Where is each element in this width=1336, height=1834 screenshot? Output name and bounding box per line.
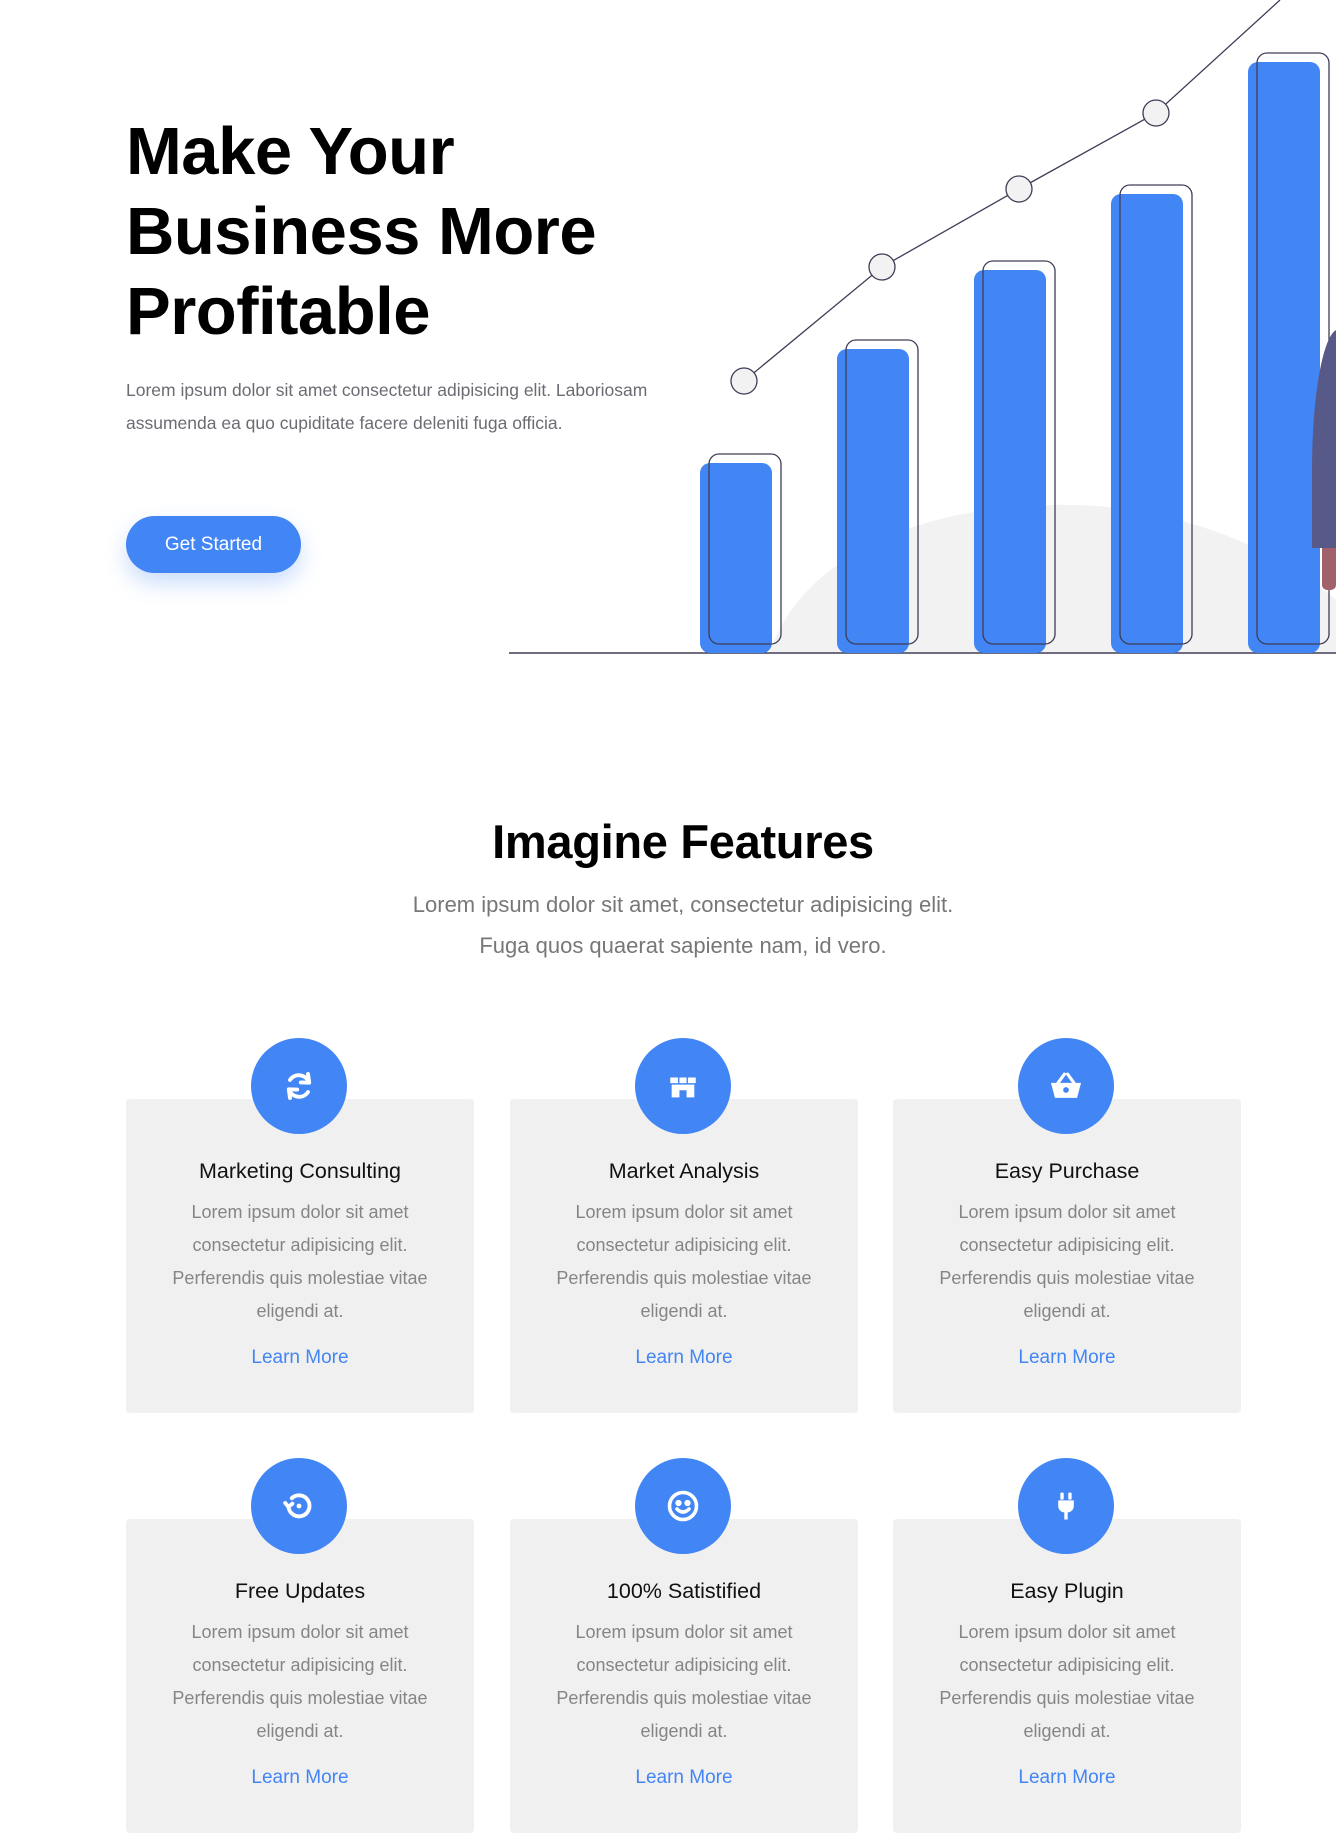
features-subtitle-line: Lorem ipsum dolor sit amet, consectetur … bbox=[412, 892, 954, 917]
learn-more-link[interactable]: Learn More bbox=[893, 1347, 1241, 1369]
feature-title: Marketing Consulting bbox=[199, 1159, 401, 1183]
feature-title: Free Updates bbox=[234, 1579, 366, 1603]
feature-card: Market Analysis Lorem ipsum dolor sit am… bbox=[510, 1038, 858, 1413]
trend-points bbox=[730, 99, 1170, 395]
learn-more-link[interactable]: Learn More bbox=[893, 1767, 1241, 1789]
feature-description: Lorem ipsum dolor sit amet consectetur a… bbox=[172, 1202, 428, 1321]
bar bbox=[1111, 194, 1183, 653]
plug-icon bbox=[1018, 1458, 1114, 1554]
feature-title: Easy Plugin bbox=[1010, 1579, 1124, 1603]
trend-point bbox=[1142, 99, 1170, 127]
basket-icon bbox=[1018, 1038, 1114, 1134]
trend-point bbox=[730, 367, 758, 395]
learn-more-link[interactable]: Learn More bbox=[510, 1767, 858, 1789]
feature-card: 100% Satistified Lorem ipsum dolor sit a… bbox=[510, 1458, 858, 1833]
bar bbox=[837, 349, 909, 653]
feature-card: Free Updates Lorem ipsum dolor sit amet … bbox=[126, 1458, 474, 1833]
feature-card: Easy Purchase Lorem ipsum dolor sit amet… bbox=[893, 1038, 1241, 1413]
features-title: Imagine Features bbox=[492, 815, 874, 868]
trend-point bbox=[868, 253, 896, 281]
feature-card: Easy Plugin Lorem ipsum dolor sit amet c… bbox=[893, 1458, 1241, 1833]
trend-point bbox=[1005, 175, 1033, 203]
feature-description: Lorem ipsum dolor sit amet consectetur a… bbox=[556, 1202, 812, 1321]
smile-icon bbox=[635, 1458, 731, 1554]
sync-icon bbox=[251, 1038, 347, 1134]
get-started-button[interactable]: Get Started bbox=[126, 516, 301, 573]
learn-more-link[interactable]: Learn More bbox=[126, 1767, 474, 1789]
feature-card: Marketing Consulting Lorem ipsum dolor s… bbox=[126, 1038, 474, 1413]
feature-description: Lorem ipsum dolor sit amet consectetur a… bbox=[172, 1622, 428, 1741]
learn-more-link[interactable]: Learn More bbox=[510, 1347, 858, 1369]
feature-title: Easy Purchase bbox=[994, 1159, 1140, 1183]
hero-section: Make Your Business More Profitable Lorem… bbox=[0, 0, 1336, 700]
features-subtitle: Lorem ipsum dolor sit amet, consectetur … bbox=[0, 884, 1336, 966]
feature-title: 100% Satistified bbox=[606, 1579, 762, 1603]
learn-more-link[interactable]: Learn More bbox=[126, 1347, 474, 1369]
feature-title: Market Analysis bbox=[608, 1159, 760, 1183]
bar bbox=[974, 270, 1046, 653]
person-figure-leg bbox=[1322, 548, 1336, 591]
bar bbox=[700, 463, 772, 653]
feature-description: Lorem ipsum dolor sit amet consectetur a… bbox=[939, 1622, 1195, 1741]
bar bbox=[1248, 62, 1320, 653]
history-icon bbox=[251, 1458, 347, 1554]
feature-description: Lorem ipsum dolor sit amet consectetur a… bbox=[939, 1202, 1195, 1321]
feature-description: Lorem ipsum dolor sit amet consectetur a… bbox=[556, 1622, 812, 1741]
growth-chart-illustration bbox=[509, 0, 1336, 654]
features-subtitle-line: Fuga quos quaerat sapiente nam, id vero. bbox=[479, 933, 887, 958]
store-icon bbox=[635, 1038, 731, 1134]
